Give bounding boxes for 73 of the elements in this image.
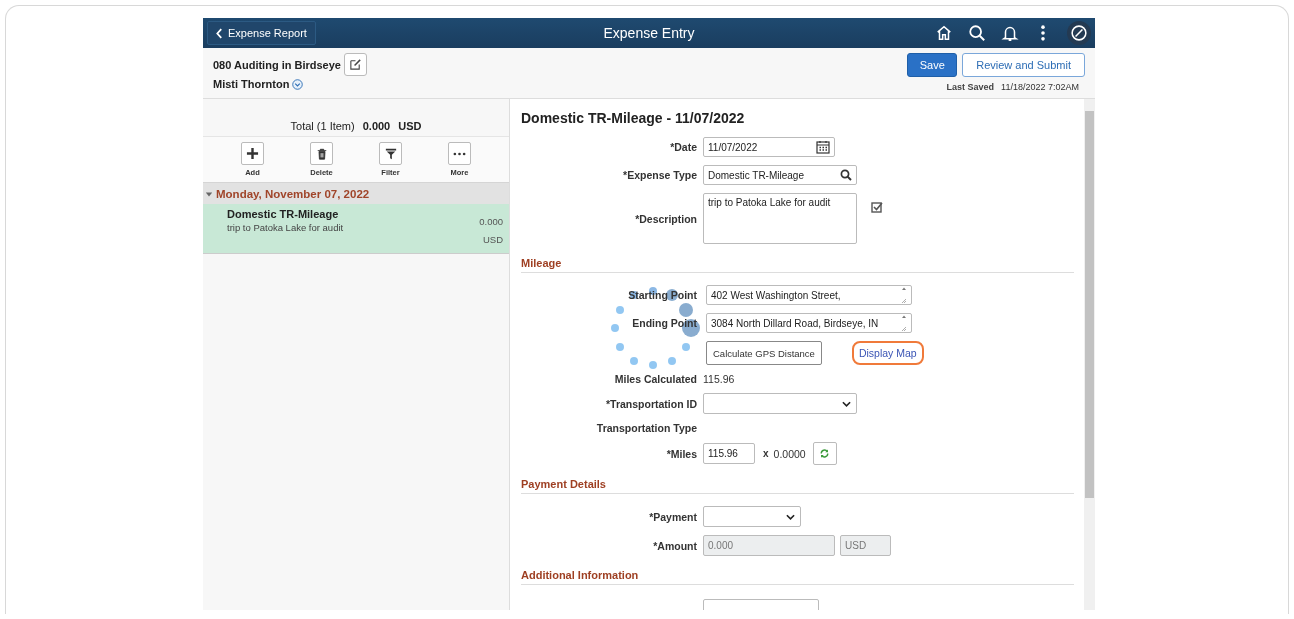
field-value: 115.96 — [703, 373, 735, 385]
search-icon[interactable] — [840, 169, 852, 181]
expense-description: trip to Patoka Lake for audit — [227, 222, 344, 233]
filter-icon — [384, 147, 397, 160]
field-label: *Transportation ID — [606, 397, 697, 410]
chevron-down-icon — [786, 513, 795, 520]
section-heading: Mileage — [521, 257, 1074, 273]
description-field[interactable]: trip to Patoka Lake for audit — [703, 193, 857, 244]
expense-item[interactable]: Domestic TR-Mileage trip to Patoka Lake for audit 0.000 USD — [203, 204, 509, 254]
plus-icon — [246, 147, 259, 160]
expense-amount: 0.000 — [479, 215, 503, 227]
section-heading: Additional Information — [521, 569, 1074, 585]
amount-field: 0.000 — [703, 535, 835, 556]
total-amount: 0.000 — [362, 120, 391, 132]
field-label: *Expense Type — [623, 169, 697, 181]
calculate-gps-button[interactable]: Calculate GPS Distance — [706, 341, 822, 365]
expand-icon — [205, 189, 213, 198]
total-label: Total (1 Item) — [290, 120, 355, 132]
currency-field: USD — [840, 535, 891, 556]
trash-icon — [315, 147, 328, 160]
report-name: 080 Auditing in Birdseye — [213, 58, 341, 71]
total-currency: USD — [398, 120, 422, 132]
field-label: *Description — [635, 212, 697, 225]
select-field[interactable] — [703, 506, 801, 527]
expense-title-heading: Domestic TR-Mileage - 11/07/2022 — [521, 110, 746, 126]
delete-button[interactable] — [310, 142, 333, 165]
field-label: Miles Calculated — [614, 373, 697, 385]
display-map-link[interactable]: Display Map — [851, 341, 924, 365]
scrollbar[interactable] — [1084, 99, 1095, 610]
owner-name: Misti Thornton — [213, 78, 290, 90]
field-label: Ending Point — [632, 317, 697, 329]
home-icon[interactable] — [935, 24, 953, 42]
address-field[interactable]: 3084 North Dillard Road, Birdseye, IN — [706, 313, 912, 333]
field-label: *Miles — [666, 447, 697, 460]
address-field[interactable]: 402 West Washington Street, — [706, 285, 912, 305]
refresh-icon — [819, 448, 831, 459]
dropdown-icon[interactable] — [292, 78, 304, 90]
bell-icon[interactable] — [1001, 24, 1019, 42]
submit-button[interactable]: Review and Submit — [962, 53, 1085, 77]
mileage-rate: 0.0000 — [773, 447, 806, 460]
date-group-label: Monday, November 07, 2022 — [216, 187, 370, 200]
save-button[interactable]: Save — [907, 53, 958, 77]
filter-button[interactable] — [379, 142, 402, 165]
select-field[interactable] — [703, 393, 857, 414]
last-saved-label: Last Saved — [946, 82, 995, 92]
chevron-left-icon — [216, 27, 223, 39]
multiply-sign: x — [763, 448, 769, 459]
scroll-arrows-icon — [901, 314, 907, 332]
chevron-down-icon — [842, 400, 851, 407]
refresh-button[interactable] — [812, 442, 837, 465]
calendar-icon[interactable] — [816, 140, 830, 154]
add-button[interactable] — [241, 142, 264, 165]
scroll-arrows-icon — [901, 286, 907, 304]
date-group-header[interactable]: Monday, November 07, 2022 — [203, 182, 509, 204]
date-field[interactable]: 11/07/2022 — [703, 137, 835, 157]
page-title: Expense Entry — [603, 25, 695, 41]
search-icon[interactable] — [968, 24, 986, 42]
edit-icon — [348, 58, 362, 71]
field-label: *Date — [670, 141, 697, 153]
section-heading: Payment Details — [521, 478, 1074, 494]
back-button[interactable]: Expense Report — [207, 21, 316, 45]
more-button[interactable] — [448, 142, 471, 165]
edit-button[interactable] — [343, 53, 367, 76]
ellipsis-icon — [453, 151, 466, 156]
field-label: Transportation Type — [596, 422, 697, 434]
field-label: *Amount — [653, 539, 697, 552]
lookup-field[interactable]: Domestic TR-Mileage — [703, 165, 857, 185]
field-label: *Payment — [649, 510, 697, 523]
spellcheck-icon[interactable] — [871, 201, 883, 213]
miles-field[interactable]: 115.96 — [703, 443, 755, 464]
expense-currency: USD — [482, 233, 503, 245]
last-saved-time: 11/18/2022 7:02AM — [1001, 82, 1079, 92]
expense-title: Domestic TR-Mileage — [227, 208, 340, 220]
